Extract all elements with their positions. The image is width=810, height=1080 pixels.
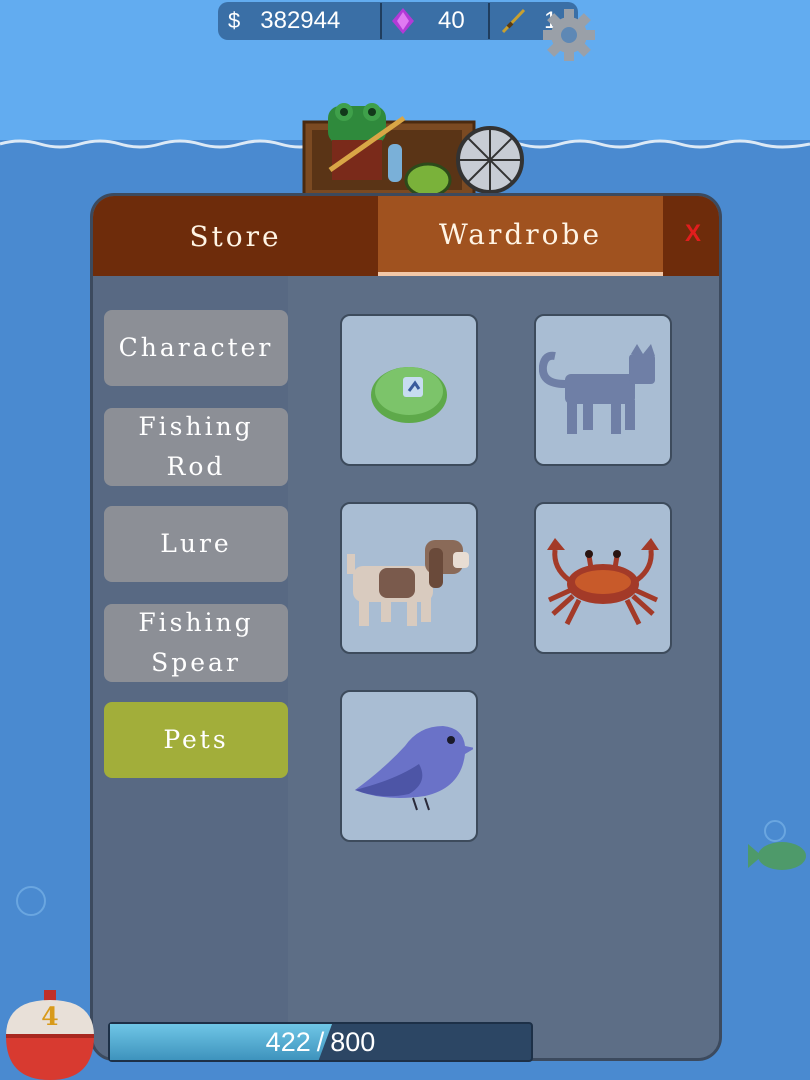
category-pets-button[interactable]: Pets [104,702,288,778]
experience-bar: 422 / 800 [108,1022,533,1062]
slime-pet-icon [371,367,447,423]
tab-wardrobe[interactable]: Wardrobe [378,196,663,276]
settings-gear-icon[interactable] [540,6,598,64]
level-number: 4 [41,1002,59,1031]
category-fishing-rod-button[interactable]: Fishing Rod [104,408,288,486]
money-value: 382944 [260,7,341,34]
experience-current: 422 [265,1026,311,1057]
category-sidebar: Character Fishing Rod Lure Fishing Spear… [93,276,288,1058]
experience-separator: / [316,1026,325,1057]
boat-with-frog-character [302,103,524,195]
tab-store[interactable]: Store [93,196,378,276]
pet-slot-cat[interactable] [534,314,672,466]
category-fishing-spear-button[interactable]: Fishing Spear [104,604,288,682]
pet-grid [288,276,719,1058]
bird-pet-icon [355,726,473,811]
fishing-rod-icon [500,8,526,34]
pet-slot-bird[interactable] [340,690,478,842]
bubble [16,886,46,916]
tab-bar: Store Wardrobe X [93,196,719,276]
fish-silhouette [748,842,806,870]
crab-pet-icon [547,538,659,626]
category-label: Character [118,333,274,362]
pet-slot-dog[interactable] [340,502,478,654]
gem-counter: 40 [382,2,488,40]
pet-slot-slime[interactable] [340,314,478,466]
category-lure-button[interactable]: Lure [104,506,288,582]
pet-slot-crab[interactable] [534,502,672,654]
category-label: Spear [151,648,241,677]
category-label: Pets [163,725,229,754]
dog-pet-icon [347,540,469,626]
category-label: Lure [160,529,232,558]
category-label: Rod [166,452,226,481]
cat-pet-icon [539,344,655,434]
close-button[interactable]: X [673,212,713,256]
category-character-button[interactable]: Character [104,310,288,386]
gem-icon [392,8,414,34]
gem-value: 40 [438,7,465,34]
currency-hud: $ 382944 40 1 [218,2,578,40]
experience-max: 800 [330,1026,376,1057]
wardrobe-panel: Store Wardrobe X Character Fishing Rod L… [90,193,722,1061]
experience-text: 422 / 800 [110,1024,531,1060]
category-label: Fishing [138,412,254,441]
money-counter: $ 382944 [218,2,380,40]
category-label: Fishing [138,608,254,637]
dollar-icon: $ [228,8,241,33]
